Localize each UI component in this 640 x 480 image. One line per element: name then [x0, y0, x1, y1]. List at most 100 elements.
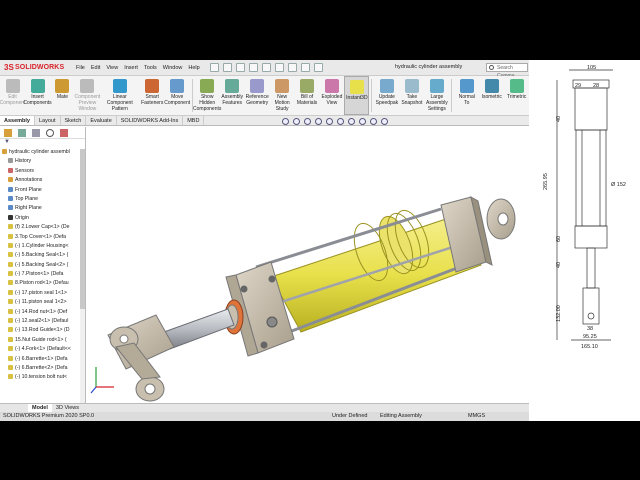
assembly-features-button[interactable]: Assembly Features: [220, 76, 245, 115]
tab-sketch[interactable]: Sketch: [61, 116, 87, 125]
feature-tree-item[interactable]: (-) 14.Rod nut<1> (Def: [0, 308, 85, 317]
scrollbar-thumb[interactable]: [80, 149, 85, 309]
feature-tree-scrollbar[interactable]: [80, 149, 85, 405]
feature-tree-item[interactable]: (-) 1.Cylinder Housing<: [0, 242, 85, 251]
large-assembly-settings-button[interactable]: Large Assembly Settings: [424, 76, 449, 115]
linear-component-pattern-button[interactable]: Linear Component Pattern: [100, 76, 140, 115]
part-icon: [8, 336, 13, 342]
feature-tree-item[interactable]: (-) 5.Backing Seal<2> (: [0, 261, 85, 270]
hide-show-items-icon[interactable]: [348, 118, 355, 125]
piston-rod[interactable]: [163, 308, 235, 350]
feature-tree-item[interactable]: 15.Nut Guide rod<1> (: [0, 336, 85, 345]
save-icon[interactable]: [248, 63, 258, 72]
status-units[interactable]: MMGS: [468, 413, 485, 419]
apply-scene-icon[interactable]: [370, 118, 377, 125]
bill-of-materials-button[interactable]: Bill of Materials: [295, 76, 320, 115]
exploded-view-button[interactable]: Exploded View: [319, 76, 344, 115]
tab-evaluate[interactable]: Evaluate: [86, 116, 117, 125]
feature-tree-item[interactable]: (-) 10.tension bolt nut<: [0, 373, 85, 382]
menu-item-window[interactable]: Window: [163, 65, 183, 71]
trimetric-button[interactable]: Trimetric: [504, 76, 529, 115]
display-manager-icon[interactable]: [60, 129, 68, 137]
component-preview-window-button[interactable]: Component Preview Window: [74, 76, 100, 115]
feature-tree-item[interactable]: 3.Top Cover<1> (Defa: [0, 233, 85, 242]
dim-label: 29: [575, 83, 581, 89]
model-tab-3d-views[interactable]: 3D Views: [52, 404, 83, 412]
zoom-to-area-icon[interactable]: [293, 118, 300, 125]
feature-tree-item[interactable]: hydraulic cylinder assembl: [0, 148, 85, 157]
rebuild-icon[interactable]: [300, 63, 310, 72]
feature-tree-item[interactable]: (-) 4.Fork<1> (Default<<: [0, 345, 85, 354]
isometric-button[interactable]: Isometric: [479, 76, 504, 115]
show-hidden-components-button[interactable]: Show Hidden Components: [193, 76, 221, 115]
view-orientation-icon[interactable]: [326, 118, 333, 125]
feature-tree-item[interactable]: Right Plane: [0, 204, 85, 213]
insert-components-button[interactable]: Insert Components: [23, 76, 52, 115]
search-commands-input[interactable]: Search Comma: [486, 63, 528, 79]
move-component-icon: [170, 79, 185, 93]
update-speedpak-button[interactable]: Update Speedpak: [374, 76, 399, 115]
tab-assembly[interactable]: Assembly: [0, 116, 35, 125]
feature-tree-item[interactable]: Origin: [0, 214, 85, 223]
feature-tree-item[interactable]: Front Plane: [0, 186, 85, 195]
tab-mbd[interactable]: MBD: [183, 116, 205, 125]
edit-component-button[interactable]: Edit Component: [0, 76, 25, 115]
feature-tree-item[interactable]: Top Plane: [0, 195, 85, 204]
tab-layout[interactable]: Layout: [35, 116, 61, 125]
app-logo[interactable]: 3S SOLIDWORKS: [0, 63, 72, 72]
menu-item-insert[interactable]: Insert: [124, 65, 138, 71]
feature-tree-item[interactable]: (-) 11.piston seal 1<2>: [0, 298, 85, 307]
previous-view-icon[interactable]: [304, 118, 311, 125]
new-motion-study-button[interactable]: New Motion Study: [270, 76, 295, 115]
display-style-icon[interactable]: [337, 118, 344, 125]
select-icon[interactable]: [287, 63, 297, 72]
open-icon[interactable]: [235, 63, 245, 72]
undo-icon[interactable]: [274, 63, 284, 72]
hydraulic-cylinder-model[interactable]: [86, 127, 529, 403]
home-icon[interactable]: [209, 63, 219, 72]
feature-tree-item[interactable]: (-) 12.seal2<1> (Defaul: [0, 317, 85, 326]
feature-tree-item[interactable]: (-) 5.Backing Seal<1> (: [0, 251, 85, 260]
menu-item-view[interactable]: View: [106, 65, 118, 71]
new-document-icon[interactable]: [222, 63, 232, 72]
menu-item-help[interactable]: Help: [188, 65, 199, 71]
graphics-area[interactable]: [86, 127, 529, 403]
feature-tree-item[interactable]: (-) 6.Barrette<1> (Defa: [0, 355, 85, 364]
feature-tree-item[interactable]: (-) 13.Rod Guide<1> (D: [0, 326, 85, 335]
take-snapshot-button[interactable]: Take Snapshot: [399, 76, 424, 115]
feature-tree-item[interactable]: (-) 7.Piston<1> (Defa: [0, 270, 85, 279]
feature-tree-item[interactable]: 8.Piston rod<1> (Defau: [0, 279, 85, 288]
view-settings-icon[interactable]: [381, 118, 388, 125]
rod-nut[interactable]: [266, 316, 278, 328]
tab-solidworks-add-ins[interactable]: SOLIDWORKS Add-Ins: [117, 116, 184, 125]
feature-tree-label: Front Plane: [15, 186, 42, 193]
feature-tree-item[interactable]: (-) 6.Barrette<2> (Defa: [0, 364, 85, 373]
filter-icon[interactable]: ▼: [0, 139, 85, 148]
move-component-button[interactable]: Move Component: [164, 76, 190, 115]
feature-tree-item[interactable]: Sensors: [0, 167, 85, 176]
smart-fasteners-button[interactable]: Smart Fasteners: [140, 76, 165, 115]
dimxpert-icon[interactable]: [46, 129, 54, 137]
instant3d-button[interactable]: Instant3D: [344, 76, 370, 115]
configuration-manager-icon[interactable]: [32, 129, 40, 137]
cap-bolt: [268, 275, 276, 283]
feature-tree-icon[interactable]: [4, 129, 12, 137]
reference-geometry-button[interactable]: Reference Geometry: [245, 76, 270, 115]
feature-tree-item[interactable]: (-) 17.piston seal 1<1>: [0, 289, 85, 298]
zoom-to-fit-icon[interactable]: [282, 118, 289, 125]
menu-item-tools[interactable]: Tools: [144, 65, 157, 71]
feature-tree-item[interactable]: (f) 2.Lower Cap<1> (De: [0, 223, 85, 232]
normal-to-button[interactable]: Normal To: [454, 76, 479, 115]
options-gear-icon[interactable]: [313, 63, 323, 72]
mate-button[interactable]: Mate: [50, 76, 75, 115]
property-manager-icon[interactable]: [18, 129, 26, 137]
menu-item-edit[interactable]: Edit: [91, 65, 100, 71]
menu-item-file[interactable]: File: [76, 65, 85, 71]
edit-appearance-icon[interactable]: [359, 118, 366, 125]
feature-tree-item[interactable]: History: [0, 157, 85, 166]
print-icon[interactable]: [261, 63, 271, 72]
model-tab-model[interactable]: Model: [28, 404, 52, 412]
section-view-icon[interactable]: [315, 118, 322, 125]
feature-tree-item[interactable]: Annotations: [0, 176, 85, 185]
tab-scroll-arrows[interactable]: [0, 404, 28, 412]
